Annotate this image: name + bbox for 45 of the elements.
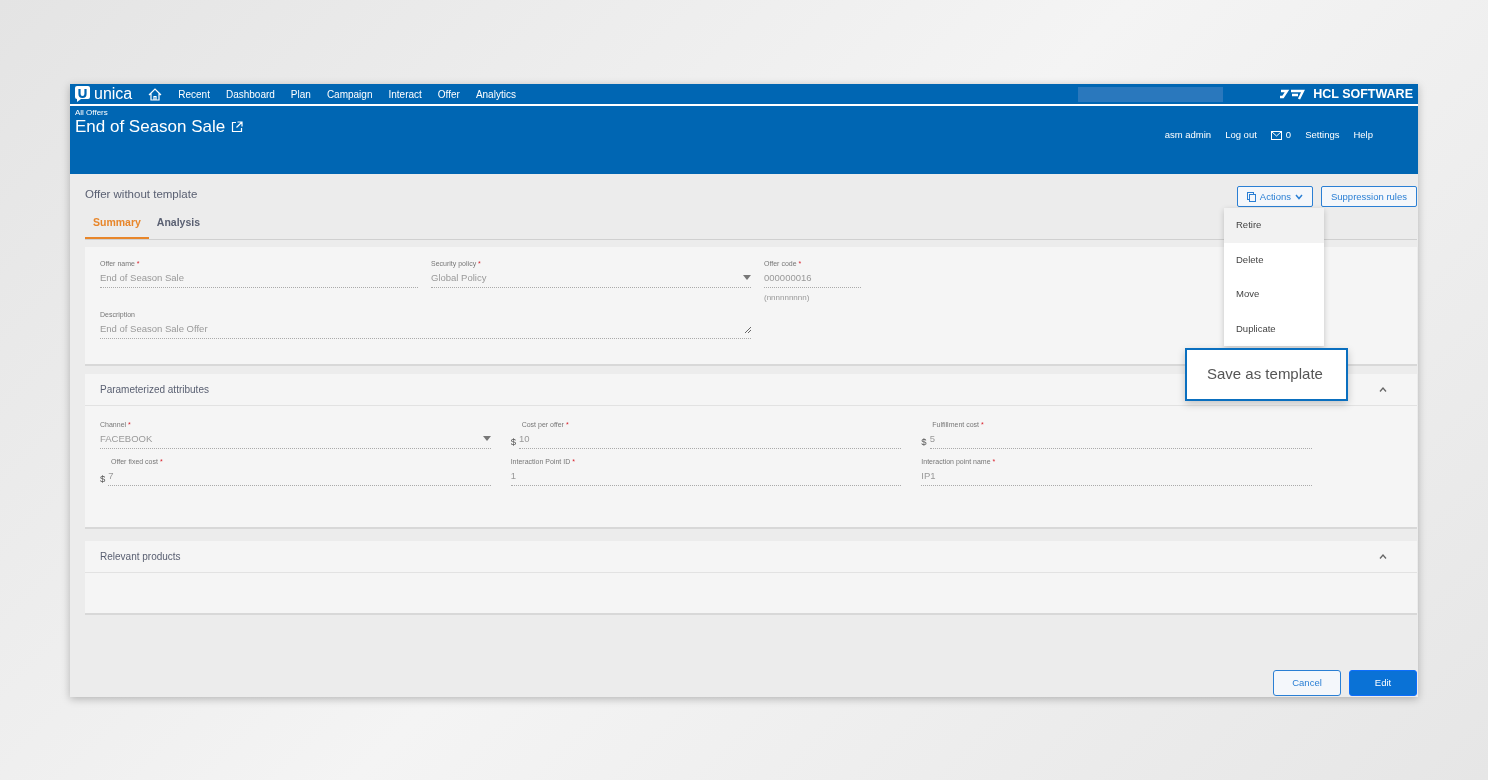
currency-symbol: $: [921, 434, 927, 449]
menu-item[interactable]: Save as template: [1185, 348, 1348, 401]
chevron-up-icon[interactable]: [1379, 386, 1387, 392]
menu-item[interactable]: Move: [1224, 277, 1324, 312]
logout-link[interactable]: Log out: [1225, 128, 1257, 143]
chevron-up-icon[interactable]: [1379, 553, 1387, 559]
menu-item[interactable]: Retire: [1224, 208, 1324, 243]
home-icon[interactable]: [148, 87, 163, 101]
actions-button[interactable]: Actions: [1236, 186, 1313, 207]
edit-button[interactable]: Edit: [1349, 670, 1417, 696]
nav-link-item[interactable]: Offer: [437, 86, 460, 102]
cancel-button[interactable]: Cancel: [1273, 670, 1341, 696]
suppression-rules-button[interactable]: Suppression rules: [1320, 186, 1417, 207]
external-link-icon[interactable]: [231, 121, 244, 133]
section-heading: Parameterized attributes: [100, 382, 209, 397]
nav-link-item[interactable]: Analytics: [475, 86, 516, 102]
section-title: Offer without template: [85, 187, 198, 202]
dropdown-arrow-icon: [743, 275, 751, 281]
message-count: 0: [1285, 128, 1292, 142]
vendor-logo-icon: [1279, 88, 1306, 100]
field-hint: (nnnnnnnnn): [764, 292, 811, 304]
breadcrumb-link[interactable]: All Offers: [75, 108, 244, 117]
menu-item[interactable]: Duplicate: [1224, 311, 1324, 346]
currency-symbol: $: [100, 472, 106, 486]
search-field[interactable]: [1078, 86, 1224, 102]
nav-link-item[interactable]: Plan: [290, 86, 311, 102]
nav-link-item[interactable]: Campaign: [326, 86, 373, 102]
brand-name: unica: [94, 84, 133, 104]
chevron-down-icon: [1294, 193, 1303, 200]
currency-symbol: $: [510, 434, 516, 449]
nav-link-item[interactable]: Interact: [388, 86, 422, 102]
vendor-name: HCL SOFTWARE: [1313, 85, 1413, 103]
menu-item[interactable]: Delete: [1224, 242, 1324, 277]
settings-link[interactable]: Settings: [1305, 128, 1340, 143]
dropdown-arrow-icon: [482, 436, 491, 442]
mail-icon[interactable]: [1270, 130, 1282, 140]
section-heading: Relevant products: [100, 549, 181, 564]
help-link[interactable]: Help: [1353, 128, 1373, 143]
resize-handle-icon: [744, 325, 751, 333]
copy-icon: [1246, 191, 1256, 202]
nav-link-item[interactable]: Dashboard: [225, 86, 275, 102]
nav-link-item[interactable]: Recent: [178, 86, 210, 102]
tab[interactable]: Analysis: [148, 211, 209, 239]
page-title: End of Season Sale: [75, 117, 226, 137]
user-name: asm admin: [1164, 128, 1212, 142]
